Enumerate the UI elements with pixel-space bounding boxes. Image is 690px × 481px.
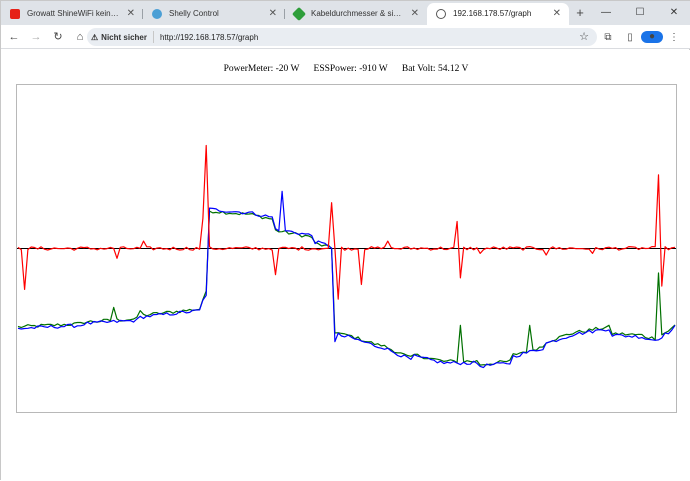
youtube-icon: [10, 9, 20, 19]
url-text[interactable]: http://192.168.178.57/graph: [154, 33, 258, 42]
series-line-0: [17, 144, 676, 300]
browser-window: Growatt ShineWiFi keine Cloud ✕ Shelly C…: [0, 0, 690, 481]
ess-power-value: -910 W: [359, 64, 388, 74]
warning-icon: ⚠: [91, 32, 99, 42]
tab-title: Kabeldurchmesser & sicherung: [311, 9, 423, 18]
close-tab-icon[interactable]: ✕: [127, 3, 135, 25]
tab-graph[interactable]: 192.168.178.57/graph ✕: [427, 3, 569, 25]
bat-volt-value: 54.12 V: [437, 64, 469, 74]
security-indicator[interactable]: ⚠ Nicht sicher: [87, 31, 154, 43]
profile-avatar[interactable]: ●: [641, 31, 663, 43]
series-line-1: [17, 190, 676, 369]
close-window-icon[interactable]: ✕: [657, 1, 690, 25]
toolbar-actions: ⧉ ▯ ● ⋮: [597, 25, 685, 49]
back-icon[interactable]: ←: [3, 31, 25, 43]
sidebar-icon[interactable]: ▯: [619, 32, 641, 43]
menu-icon[interactable]: ⋮: [663, 32, 685, 43]
globe-icon: [436, 9, 446, 19]
maximize-icon[interactable]: ☐: [623, 1, 657, 25]
page-content: PowerMeter: -20 W ESSPower: -910 W Bat V…: [1, 50, 690, 481]
readings-line: PowerMeter: -20 W ESSPower: -910 W Bat V…: [1, 64, 690, 74]
power-graph: [16, 84, 677, 413]
tab-title: Growatt ShineWiFi keine Cloud: [27, 9, 139, 18]
power-meter-label: PowerMeter:: [223, 64, 274, 74]
power-meter-value: -20 W: [275, 64, 300, 74]
minimize-icon[interactable]: —: [589, 1, 623, 25]
tab-shelly[interactable]: Shelly Control ✕: [143, 3, 285, 25]
tab-title: 192.168.178.57/graph: [453, 9, 532, 18]
series-line-2: [17, 210, 676, 366]
tab-growatt[interactable]: Growatt ShineWiFi keine Cloud ✕: [1, 3, 143, 25]
bookmark-star-icon[interactable]: ☆: [579, 30, 589, 43]
close-tab-icon[interactable]: ✕: [269, 3, 277, 25]
leaf-icon: [291, 6, 307, 22]
close-tab-icon[interactable]: ✕: [553, 3, 561, 25]
reload-icon[interactable]: ↻: [47, 30, 69, 43]
graph-canvas: [17, 144, 676, 369]
security-label: Nicht sicher: [101, 32, 147, 42]
browser-toolbar: ← → ↻ ⌂ ⚠ Nicht sicher http://192.168.17…: [1, 25, 690, 49]
tab-title: Shelly Control: [169, 9, 219, 18]
new-tab-button[interactable]: +: [569, 3, 591, 25]
bat-volt-label: Bat Volt:: [401, 64, 436, 74]
ess-power-label: ESSPower:: [313, 64, 357, 74]
close-tab-icon[interactable]: ✕: [411, 3, 419, 25]
address-bar[interactable]: ⚠ Nicht sicher http://192.168.178.57/gra…: [87, 28, 597, 46]
shelly-icon: [152, 9, 162, 19]
tab-strip: Growatt ShineWiFi keine Cloud ✕ Shelly C…: [1, 1, 690, 25]
extensions-icon[interactable]: ⧉: [597, 32, 619, 43]
tab-kabel[interactable]: Kabeldurchmesser & sicherung ✕: [285, 3, 427, 25]
window-controls: — ☐ ✕: [589, 1, 690, 25]
forward-icon[interactable]: →: [25, 31, 47, 43]
